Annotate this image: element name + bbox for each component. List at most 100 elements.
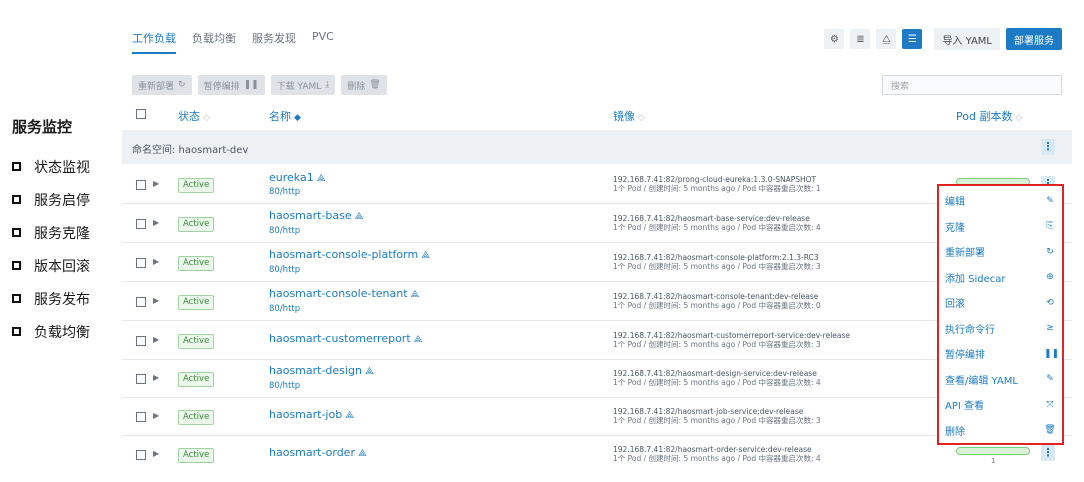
tab-workloads[interactable]: 工作负载 <box>132 30 176 54</box>
expand-arrow-icon[interactable]: ▶ <box>153 449 159 458</box>
image-name: 192.168.7.41:82/prong-cloud-eureka:1.3.0… <box>613 175 817 184</box>
workload-name-link[interactable]: haosmart-customerreport ⟁ <box>269 332 423 345</box>
column-pods[interactable]: Pod 副本数 ◇ <box>956 108 1022 124</box>
column-status[interactable]: 状态 ◇ <box>178 108 210 124</box>
workload-port[interactable]: 80/http <box>269 381 300 391</box>
tab-service-discovery[interactable]: 服务发现 <box>252 30 296 54</box>
expand-arrow-icon[interactable]: ▶ <box>153 411 159 420</box>
workload-name-link[interactable]: haosmart-order ⟁ <box>269 446 367 459</box>
expand-arrow-icon[interactable]: ▶ <box>153 373 159 382</box>
workload-name-link[interactable]: haosmart-job ⟁ <box>269 408 354 421</box>
menu-item-label: API 查看 <box>945 401 984 413</box>
delete-button[interactable]: 删除 🗑 <box>341 75 387 95</box>
namespace-kebab-icon[interactable]: ⋮ <box>1041 139 1055 155</box>
pencil-icon: ✎ <box>1046 374 1054 385</box>
workload-name-link[interactable]: haosmart-console-tenant ⟁ <box>269 287 419 300</box>
status-badge: Active <box>178 217 215 232</box>
menu-item-clone[interactable]: 克隆 ⎘ <box>945 214 1056 240</box>
workload-type-icon: ⟁ <box>357 448 367 459</box>
namespace-group-icon[interactable]: ☰ <box>902 29 923 49</box>
table-row[interactable]: ▶ Active haosmart-job ⟁ 192.168.7.41:82/h… <box>122 398 1072 436</box>
gear-icon[interactable]: ⚙ <box>824 29 845 49</box>
table-row[interactable]: ▶ Active haosmart-console-tenant ⟁ 80/htt… <box>122 283 1072 321</box>
summary-item-label: 负载均衡 <box>34 324 90 341</box>
redeploy-button[interactable]: 重新部署 ↻ <box>132 75 192 95</box>
row-checkbox[interactable] <box>136 297 146 307</box>
menu-item-pause[interactable]: 暂停编排 ❚❚ <box>945 341 1059 367</box>
status-badge: Active <box>178 334 215 349</box>
import-yaml-button[interactable]: 导入 YAML <box>934 28 1000 50</box>
image-name: 192.168.7.41:82/haosmart-order-service:d… <box>613 445 812 454</box>
workload-name-link[interactable]: haosmart-console-platform ⟁ <box>269 248 430 261</box>
row-checkbox[interactable] <box>136 258 146 268</box>
expand-arrow-icon[interactable]: ▶ <box>153 179 159 188</box>
table-row[interactable]: ▶ Active haosmart-order ⟁ 192.168.7.41:82… <box>122 436 1072 474</box>
summary-title: 服务监控 <box>12 118 73 136</box>
table-row[interactable]: ▶ Active haosmart-base ⟁ 80/http 192.168.… <box>122 205 1072 243</box>
expand-arrow-icon[interactable]: ▶ <box>153 335 159 344</box>
summary-item-label: 服务启停 <box>34 192 90 209</box>
column-image-label: 镜像 <box>613 110 635 123</box>
expand-arrow-icon[interactable]: ▶ <box>153 218 159 227</box>
image-cell: 192.168.7.41:82/haosmart-customerreport-… <box>613 331 850 349</box>
workload-port[interactable]: 80/http <box>269 265 300 275</box>
workload-port[interactable]: 80/http <box>269 226 300 236</box>
image-cell: 192.168.7.41:82/haosmart-order-service:d… <box>613 445 821 463</box>
workload-port[interactable]: 80/http <box>269 187 300 197</box>
expand-arrow-icon[interactable]: ▶ <box>153 296 159 305</box>
table-row[interactable]: ▶ Active haosmart-design ⟁ 80/http 192.16… <box>122 360 1072 398</box>
row-checkbox[interactable] <box>136 412 146 422</box>
node-group-icon[interactable]: ⧋ <box>876 29 897 49</box>
expand-arrow-icon[interactable]: ▶ <box>153 257 159 266</box>
menu-item-redeploy[interactable]: 重新部署 ↻ <box>945 239 1056 265</box>
tab-pvc[interactable]: PVC <box>312 30 334 54</box>
menu-item-add-sidecar[interactable]: 添加 Sidecar ⊕ <box>945 265 1056 291</box>
row-checkbox[interactable] <box>136 180 146 190</box>
status-badge: Active <box>178 372 215 387</box>
workload-name-link[interactable]: haosmart-design ⟁ <box>269 364 374 377</box>
menu-item-edit[interactable]: 编辑 ✎ <box>945 188 1056 214</box>
row-kebab-icon[interactable]: ⋮ <box>1041 445 1055 461</box>
search-input[interactable]: 搜索 <box>882 75 1062 95</box>
workload-name: haosmart-design <box>269 364 362 377</box>
column-name[interactable]: 名称 ◆ <box>269 108 301 124</box>
row-checkbox[interactable] <box>136 219 146 229</box>
workload-name-link[interactable]: eureka1 ⟁ <box>269 171 326 184</box>
pause-orchestration-button[interactable]: 暂停编排 ❚❚ <box>197 75 265 95</box>
download-yaml-button[interactable]: 下载 YAML ⤓ <box>270 75 336 95</box>
square-bullet-icon <box>12 294 21 303</box>
list-view-icon[interactable]: ≣ <box>850 29 871 49</box>
image-cell: 192.168.7.41:82/haosmart-design-service:… <box>613 369 821 387</box>
tab-load-balancing[interactable]: 负载均衡 <box>192 30 236 54</box>
menu-item-edit-yaml[interactable]: 查看/编辑 YAML ✎ <box>945 367 1056 393</box>
column-image[interactable]: 镜像 ◇ <box>613 108 645 124</box>
menu-item-rollback[interactable]: 回滚 ⟲ <box>945 290 1056 316</box>
row-checkbox[interactable] <box>136 374 146 384</box>
menu-item-api-view[interactable]: API 查看 ⤧ <box>945 392 1056 418</box>
sort-icon: ◇ <box>638 113 645 123</box>
workload-name: eureka1 <box>269 171 314 184</box>
image-cell: 192.168.7.41:82/prong-cloud-eureka:1.3.0… <box>613 175 821 193</box>
workload-name-link[interactable]: haosmart-base ⟁ <box>269 209 364 222</box>
table-row[interactable]: ▶ Active haosmart-console-platform ⟁ 80/h… <box>122 244 1072 282</box>
table-row[interactable]: ▶ Active eureka1 ⟁ 80/http 192.168.7.41:8… <box>122 166 1072 204</box>
menu-item-delete[interactable]: 删除 🗑 <box>945 418 1056 444</box>
pod-count: 1 <box>991 457 996 465</box>
square-bullet-icon <box>12 327 21 336</box>
sort-active-icon: ◆ <box>294 113 301 123</box>
select-all-checkbox[interactable] <box>136 109 146 119</box>
workload-name: haosmart-console-platform <box>269 248 419 261</box>
row-checkbox[interactable] <box>136 450 146 460</box>
deploy-service-button[interactable]: 部署服务 <box>1006 28 1062 50</box>
image-cell: 192.168.7.41:82/haosmart-base-service:de… <box>613 214 821 232</box>
workload-port[interactable]: 80/http <box>269 304 300 314</box>
status-badge: Active <box>178 256 215 271</box>
redeploy-label: 重新部署 <box>138 81 175 92</box>
row-checkbox[interactable] <box>136 336 146 346</box>
workload-name: haosmart-customerreport <box>269 332 411 345</box>
workload-type-icon: ⟁ <box>345 410 355 421</box>
table-row[interactable]: ▶ Active haosmart-customerreport ⟁ 192.16… <box>122 322 1072 360</box>
summary-item: 服务启停 <box>12 183 124 216</box>
menu-item-execute-shell[interactable]: 执行命令行 ≥ <box>945 316 1056 342</box>
pod-meta: 1个 Pod / 创建时间: 5 months ago / Pod 中容器重启次… <box>613 340 821 349</box>
